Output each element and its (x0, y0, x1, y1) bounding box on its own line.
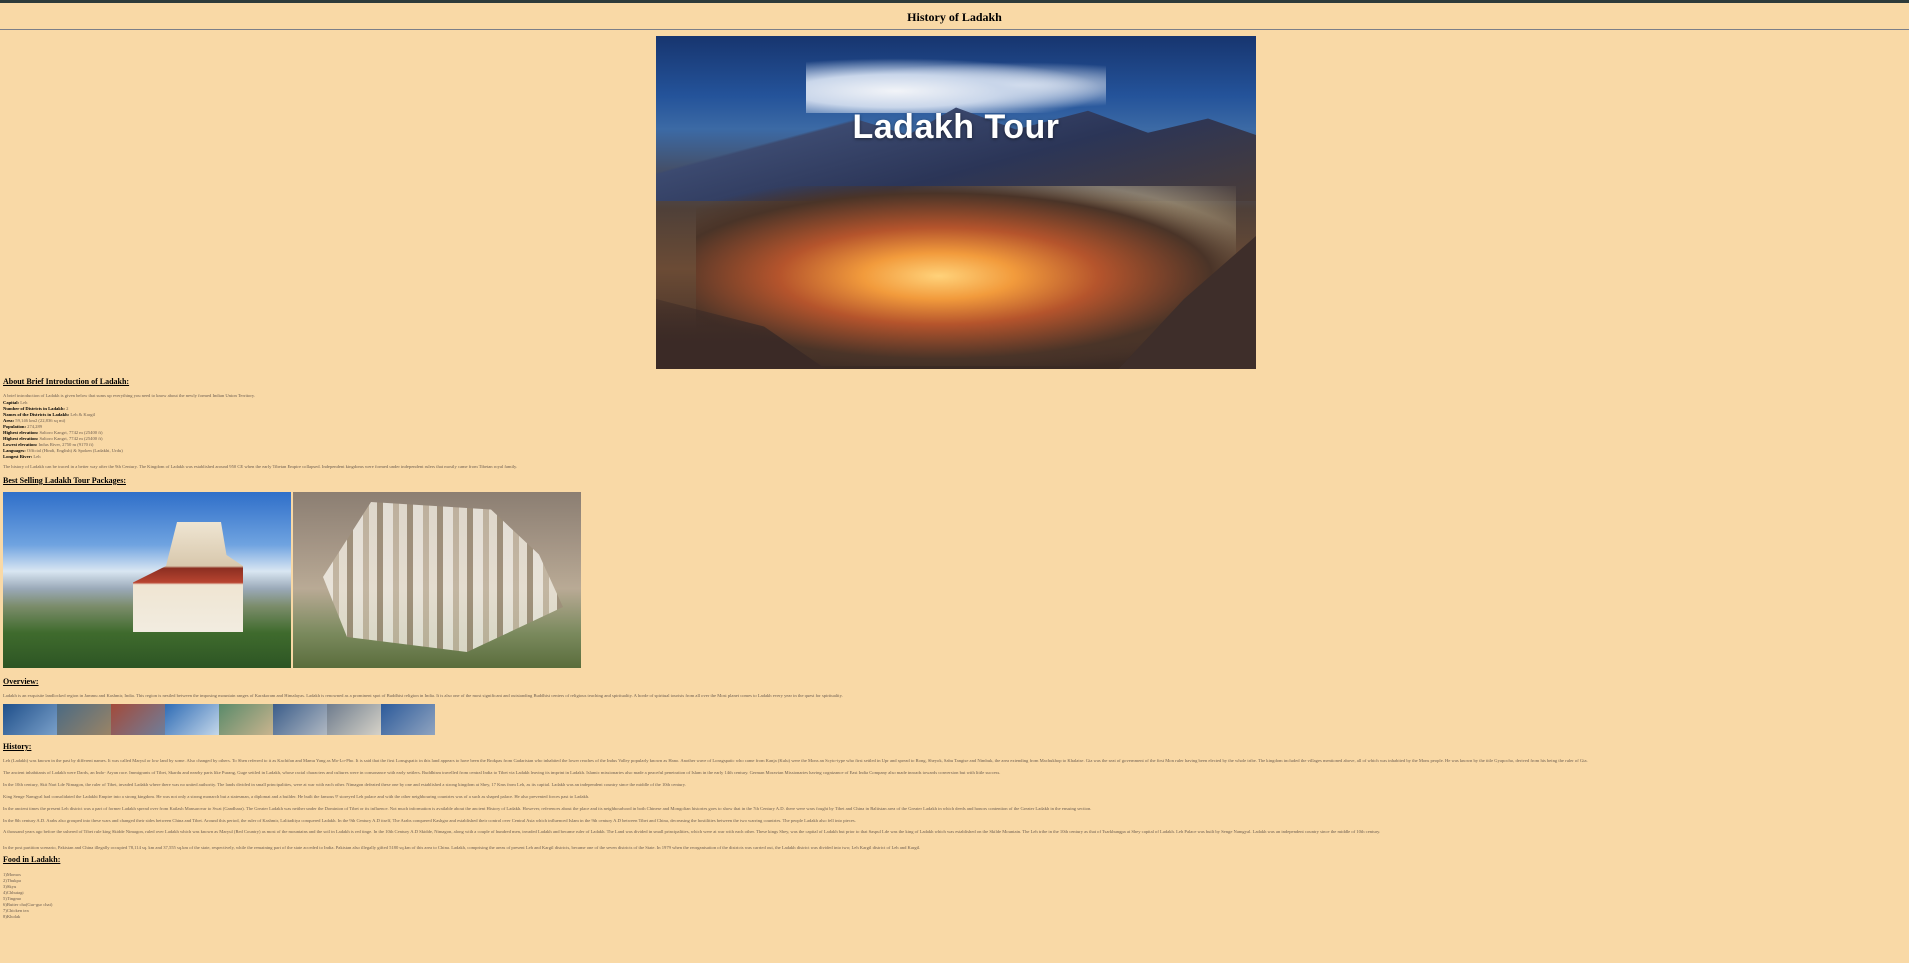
photo-strip (3, 704, 435, 735)
fact-value: Official (Hindi, English) & Spoken (Lada… (26, 448, 123, 453)
history-paragraph: In the ancient times the present Leh dis… (3, 806, 1092, 811)
food-list: 1)Momos 2)Thukpa 3)Skyu 4)Chhutagi 5)Tin… (3, 872, 52, 920)
strip-photo (111, 704, 165, 735)
food-item: 8)Kholak (3, 914, 21, 919)
about-intro: A brief introduction of Ladakh is given … (3, 393, 256, 398)
strip-photo (219, 704, 273, 735)
strip-photo (381, 704, 435, 735)
fact-value: Saltoro Kangri, 7742 m (25400 ft) (39, 436, 103, 441)
about-heading: About Brief Introduction of Ladakh: (3, 377, 130, 386)
fact-label: Area: (3, 418, 15, 423)
fact-label: Lowest elevation: (3, 442, 38, 447)
fact-value: 274,289 (27, 424, 43, 429)
fact-row: Longest River: Leh (3, 454, 303, 460)
hero-clouds (806, 58, 1106, 113)
village-houses (323, 502, 563, 652)
fact-value: Leh (20, 400, 28, 405)
facts-list: Capital: Leh Number of Districts in Lada… (3, 400, 303, 460)
strip-photo (57, 704, 111, 735)
history-paragraph: Leh (Ladakh) was known in the past by di… (3, 758, 1588, 763)
packages-heading: Best Selling Ladakh Tour Packages: (3, 476, 126, 485)
package-image-village[interactable] (293, 492, 581, 668)
fact-value: Indus River, 2750 m (9170 ft) (38, 442, 94, 447)
history-heading: History: (3, 742, 32, 751)
strip-photo (273, 704, 327, 735)
history-paragraph: In the post partition scenario, Pakistan… (3, 845, 921, 850)
hero-title: Ladakh Tour (852, 108, 1060, 146)
fact-label: Number of Districts in Ladakh: (3, 406, 65, 411)
about-history-note: The history of Ladakh can be traced in a… (3, 464, 518, 469)
strip-photo (3, 704, 57, 735)
history-paragraph: In the 10th century, Skit Nari Lde Nimag… (3, 782, 686, 787)
fact-label: Longest River: (3, 454, 33, 459)
strip-photo (327, 704, 381, 735)
overview-text: Ladakh is an exquisite landlocked region… (3, 693, 843, 698)
fact-label: Languages: (3, 448, 26, 453)
fact-value: Saltoro Kangri, 7742 m (25400 ft) (39, 430, 103, 435)
food-heading: Food in Ladakh: (3, 855, 61, 864)
strip-photo (165, 704, 219, 735)
monastery-building (133, 522, 243, 632)
top-bar (0, 0, 1909, 3)
hero-image: Ladakh Tour (656, 36, 1256, 369)
history-paragraph: In the 8th century A.D. Arabs also group… (3, 818, 856, 823)
fact-label: Names of the Districts in Ladakh: (3, 412, 70, 417)
history-paragraph: King Senge Namgyal had consolidated the … (3, 794, 590, 799)
package-image-monastery[interactable] (3, 492, 291, 668)
fact-label: Capital: (3, 400, 20, 405)
fact-value: 59,146 km2 (22,836 sq mi) (15, 418, 66, 423)
fact-label: Population: (3, 424, 26, 429)
history-paragraph: The ancient inhabitants of Ladakh were D… (3, 770, 1001, 775)
overview-heading: Overview: (3, 677, 39, 686)
page-title: History of Ladakh (907, 10, 1002, 24)
title-divider (0, 29, 1909, 30)
fact-value: Leh (33, 454, 41, 459)
fact-value: Leh & Kargil (70, 412, 96, 417)
fact-value: 2 (66, 406, 69, 411)
fact-label: Highest elevation: (3, 430, 39, 435)
fact-label: Highest elevation: (3, 436, 39, 441)
history-paragraph: A thousand years ago before the ushered … (3, 829, 1381, 834)
